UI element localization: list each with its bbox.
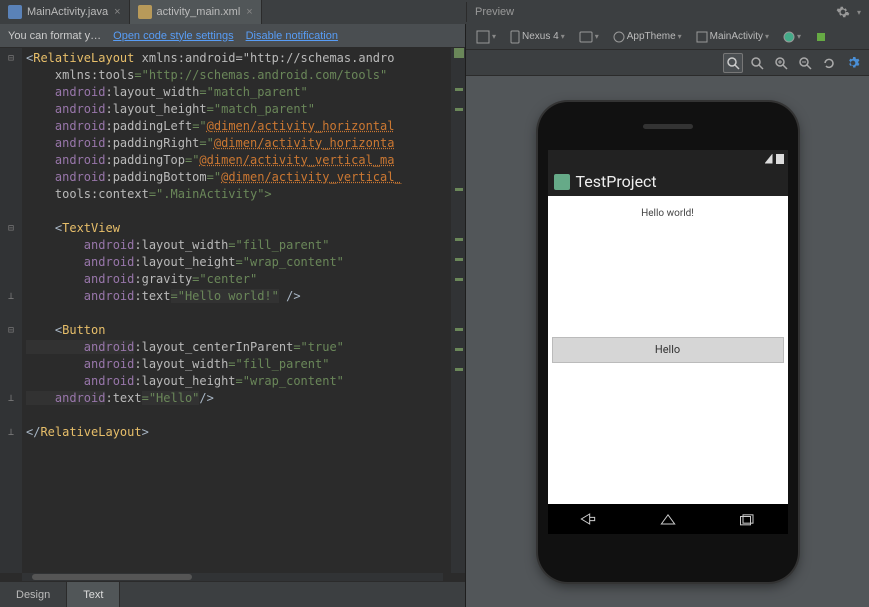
horizontal-scrollbar[interactable] xyxy=(22,573,443,581)
tab-label: MainActivity.java xyxy=(27,6,108,18)
preview-toolbar: ▾ Nexus 4▾ ▾ AppTheme▾ MainActivity▾ ▾ xyxy=(466,24,869,50)
tab-java[interactable]: MainActivity.java × xyxy=(0,0,130,24)
zoom-in-icon[interactable] xyxy=(771,53,791,73)
gutter: ⊟ ⊟ ⊥ ⊟ ⊥ ⊥ xyxy=(0,48,22,573)
device-frame: TestProject Hello world! Hello xyxy=(538,102,798,582)
preview-title: Preview xyxy=(475,6,514,18)
activity-selector[interactable]: MainActivity▾ xyxy=(692,29,773,45)
preview-zoom-toolbar xyxy=(466,50,869,76)
back-icon xyxy=(578,512,598,526)
activity-label: MainActivity xyxy=(710,31,763,42)
tab-bar: MainActivity.java × activity_main.xml × … xyxy=(0,0,869,24)
device-speaker xyxy=(643,124,693,129)
code-editor[interactable]: ⊟ ⊟ ⊥ ⊟ ⊥ ⊥ <RelativeLayout xmlns:androi… xyxy=(0,48,465,573)
tab-text[interactable]: Text xyxy=(67,582,120,607)
disable-notification-link[interactable]: Disable notification xyxy=(246,30,338,42)
preview-pane: ▾ Nexus 4▾ ▾ AppTheme▾ MainActivity▾ ▾ xyxy=(466,24,869,607)
editor-mode-tabs: Design Text xyxy=(0,581,465,607)
nav-bar xyxy=(548,504,788,534)
dropdown-arrow-icon[interactable]: ▾ xyxy=(857,8,861,17)
locale-selector[interactable]: ▾ xyxy=(779,29,805,45)
api-selector[interactable] xyxy=(811,29,831,45)
app-action-bar: TestProject xyxy=(548,168,788,196)
close-icon[interactable]: × xyxy=(246,6,252,18)
device-selector[interactable]: Nexus 4▾ xyxy=(506,28,569,46)
hello-button[interactable]: Hello xyxy=(552,337,784,363)
close-icon[interactable]: × xyxy=(114,6,120,18)
settings-icon[interactable] xyxy=(843,53,863,73)
app-content: Hello world! Hello xyxy=(548,196,788,504)
signal-icon xyxy=(765,154,773,164)
device-canvas[interactable]: TestProject Hello world! Hello xyxy=(466,76,869,607)
inspection-status-icon[interactable] xyxy=(454,48,464,58)
xml-file-icon xyxy=(138,5,152,19)
tab-design[interactable]: Design xyxy=(0,582,67,607)
status-bar xyxy=(548,150,788,168)
fold-icon[interactable]: ⊟ xyxy=(0,322,22,339)
render-config-button[interactable]: ▾ xyxy=(472,28,500,46)
tab-xml[interactable]: activity_main.xml × xyxy=(130,0,262,24)
home-icon xyxy=(658,512,678,526)
editor-pane: You can format y… Open code style settin… xyxy=(0,24,466,607)
fold-icon[interactable]: ⊟ xyxy=(0,50,22,67)
preview-panel-header: Preview ▾ xyxy=(466,2,869,22)
fold-end-icon[interactable]: ⊥ xyxy=(0,288,22,305)
device-label: Nexus 4 xyxy=(522,31,559,42)
zoom-out-icon[interactable] xyxy=(795,53,815,73)
hint-text: You can format y… xyxy=(8,30,101,42)
gear-icon[interactable] xyxy=(833,2,853,22)
orientation-selector[interactable]: ▾ xyxy=(575,29,603,45)
app-icon xyxy=(554,174,570,190)
recent-icon xyxy=(738,512,758,526)
fold-end-icon[interactable]: ⊥ xyxy=(0,424,22,441)
zoom-actual-icon[interactable] xyxy=(747,53,767,73)
scroll-thumb[interactable] xyxy=(32,574,192,580)
refresh-icon[interactable] xyxy=(819,53,839,73)
code-content[interactable]: <RelativeLayout xmlns:android="http://sc… xyxy=(22,48,451,573)
tab-label: activity_main.xml xyxy=(157,6,241,18)
fold-end-icon[interactable]: ⊥ xyxy=(0,390,22,407)
notification-bar: You can format y… Open code style settin… xyxy=(0,24,465,48)
theme-selector[interactable]: AppTheme▾ xyxy=(609,29,686,45)
app-title: TestProject xyxy=(576,172,657,191)
hello-textview: Hello world! xyxy=(641,208,694,219)
fold-icon[interactable]: ⊟ xyxy=(0,220,22,237)
theme-label: AppTheme xyxy=(627,31,676,42)
open-code-style-link[interactable]: Open code style settings xyxy=(113,30,233,42)
zoom-fit-icon[interactable] xyxy=(723,53,743,73)
device-screen: TestProject Hello world! Hello xyxy=(548,150,788,534)
error-stripe[interactable] xyxy=(451,48,465,573)
battery-icon xyxy=(776,154,784,164)
java-file-icon xyxy=(8,5,22,19)
